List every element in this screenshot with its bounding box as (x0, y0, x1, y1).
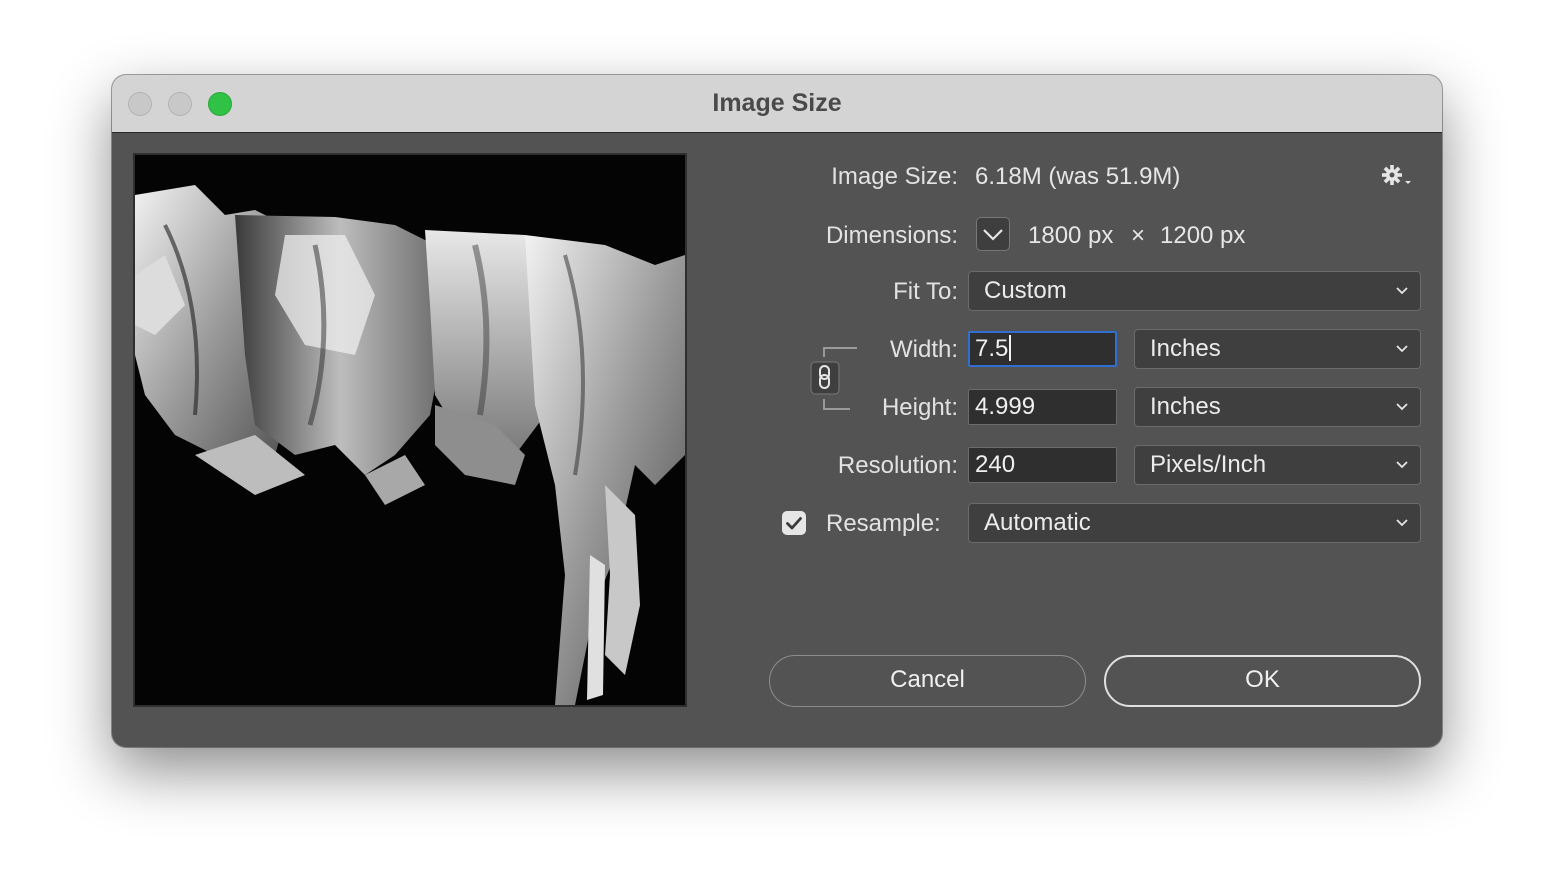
height-label: Height: (881, 394, 958, 421)
text-caret (1009, 335, 1012, 361)
window-title: Image Size (712, 89, 842, 117)
resample-label: Resample: (826, 510, 941, 537)
dimensions-menu-button[interactable] (976, 217, 1010, 251)
dimensions-height: 1200 px (1160, 222, 1246, 249)
ok-button[interactable]: OK (1104, 655, 1421, 707)
image-size-label: Image Size: (831, 163, 958, 190)
width-unit-select[interactable]: Inches (1134, 329, 1421, 369)
fit-to-select[interactable]: Custom (968, 271, 1421, 311)
height-input[interactable]: 4.999 (968, 389, 1117, 425)
resolution-input[interactable]: 240 (968, 447, 1117, 483)
resolution-label: Resolution: (837, 452, 958, 479)
resample-value: Automatic (984, 509, 1091, 536)
chevron-down-icon (1396, 287, 1408, 295)
height-value: 4.999 (975, 393, 1036, 420)
width-value: 7.5 (975, 335, 1009, 362)
dimensions-label: Dimensions: (825, 222, 958, 249)
resample-select[interactable]: Automatic (968, 503, 1421, 543)
width-unit-value: Inches (1150, 335, 1221, 362)
fit-to-value: Custom (984, 277, 1067, 304)
resolution-unit-select[interactable]: Pixels/Inch (1134, 445, 1421, 485)
dimensions-times: × (1131, 222, 1146, 249)
chevron-down-icon (1396, 519, 1408, 527)
chevron-down-icon (1396, 461, 1408, 469)
image-preview[interactable] (133, 153, 687, 707)
preview-photo (135, 155, 685, 705)
gear-icon[interactable] (1380, 163, 1414, 191)
chevron-down-icon (1396, 345, 1408, 353)
chevron-down-icon (983, 229, 1003, 241)
image-size-dialog: Image Size Image Size: 6.18M (was 51.9M)… (112, 75, 1442, 747)
width-label: Width: (889, 336, 958, 363)
height-unit-select[interactable]: Inches (1134, 387, 1421, 427)
width-input[interactable]: 7.5 (968, 331, 1117, 367)
checkmark-icon (786, 517, 802, 530)
dimensions-width: 1800 px (1028, 222, 1114, 249)
cancel-button[interactable]: Cancel (769, 655, 1086, 707)
resolution-value: 240 (975, 451, 1016, 478)
fit-to-label: Fit To: (893, 278, 958, 305)
height-unit-value: Inches (1150, 393, 1221, 420)
resolution-unit-value: Pixels/Inch (1150, 451, 1267, 478)
resample-checkbox[interactable] (782, 511, 806, 535)
title-bar: Image Size (112, 75, 1442, 133)
chevron-down-icon (1396, 403, 1408, 411)
image-size-value: 6.18M (was 51.9M) (975, 163, 1181, 190)
